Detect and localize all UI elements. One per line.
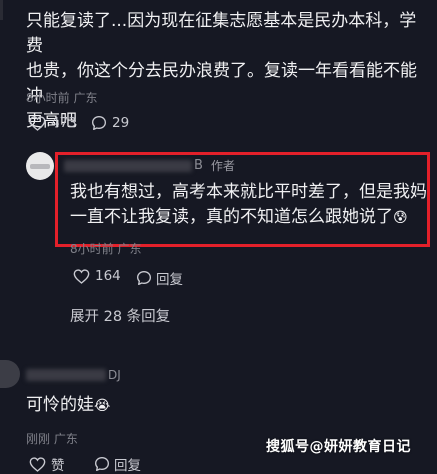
bottom-comment-text-content: 可怜的娃	[26, 395, 94, 415]
bottom-comment-time-location: 刚刚 广东	[26, 432, 78, 446]
bottom-comment-avatar	[0, 360, 20, 388]
bottom-comment-like-label: 赞	[51, 458, 65, 474]
bottom-comment-username: DJ	[26, 368, 121, 382]
top-comment-like-count: 473	[51, 115, 77, 131]
heart-icon	[29, 115, 46, 131]
reply-avatar	[26, 152, 54, 180]
reply-like-button[interactable]: 164	[73, 268, 121, 284]
chat-bubble-icon	[94, 456, 110, 472]
watermark: 搜狐号@妍妍教育日记	[266, 439, 411, 455]
heart-icon	[29, 456, 46, 472]
reply-reply-button[interactable]: 回复	[136, 268, 183, 288]
bottom-comment-reply-label: 回复	[114, 458, 141, 474]
bottom-username-blurred	[26, 369, 106, 381]
top-comment-reply-count: 29	[112, 115, 130, 131]
top-comment-line-1: 只能复读了...因为现在征集志愿基本是民办本科，学费	[26, 11, 417, 56]
reply-line-1: 我也有想过，高考本来就比平时差了，但是我妈	[70, 182, 427, 202]
chat-bubble-icon	[136, 270, 152, 286]
top-comment-text: 只能复读了...因为现在征集志愿基本是民办本科，学费 也贵，你这个分去民办浪费了…	[26, 9, 431, 134]
top-comment-time-location: 8小时前 广东	[26, 91, 98, 105]
bottom-comment-text: 可怜的娃😭	[26, 393, 110, 419]
top-comment-line-3: 更高吧	[26, 111, 77, 131]
crying-face-emoji: 😭	[94, 398, 111, 414]
reply-text: 我也有想过，高考本来就比平时差了，但是我妈 一直不让我复读，真的不知道怎么跟她说…	[70, 180, 430, 231]
reply-like-count: 164	[95, 268, 121, 284]
chat-bubble-icon	[91, 115, 107, 131]
bottom-comment-like-button[interactable]: 赞	[29, 454, 65, 474]
heart-icon	[73, 268, 90, 284]
anxious-face-emoji: 😰	[393, 210, 408, 226]
top-comment-like-button[interactable]: 473	[29, 115, 77, 131]
top-comment: 只能复读了...因为现在征集志愿基本是民办本科，学费 也贵，你这个分去民办浪费了…	[0, 0, 437, 140]
top-comment-left-strip	[0, 0, 3, 20]
reply-line-2-text: 一直不让我复读，真的不知道怎么跟她说了	[70, 207, 393, 227]
reply-time-location: 8小时前 广东	[70, 242, 142, 256]
bottom-username-suffix: DJ	[108, 368, 121, 382]
top-comment-reply-button[interactable]: 29	[91, 115, 129, 131]
reply-reply-label: 回复	[156, 272, 183, 288]
reply-line-2: 一直不让我复读，真的不知道怎么跟她说了😰	[70, 205, 430, 231]
expand-replies-link[interactable]: 展开 28 条回复	[70, 305, 170, 326]
bottom-comment-reply-button[interactable]: 回复	[94, 454, 141, 474]
